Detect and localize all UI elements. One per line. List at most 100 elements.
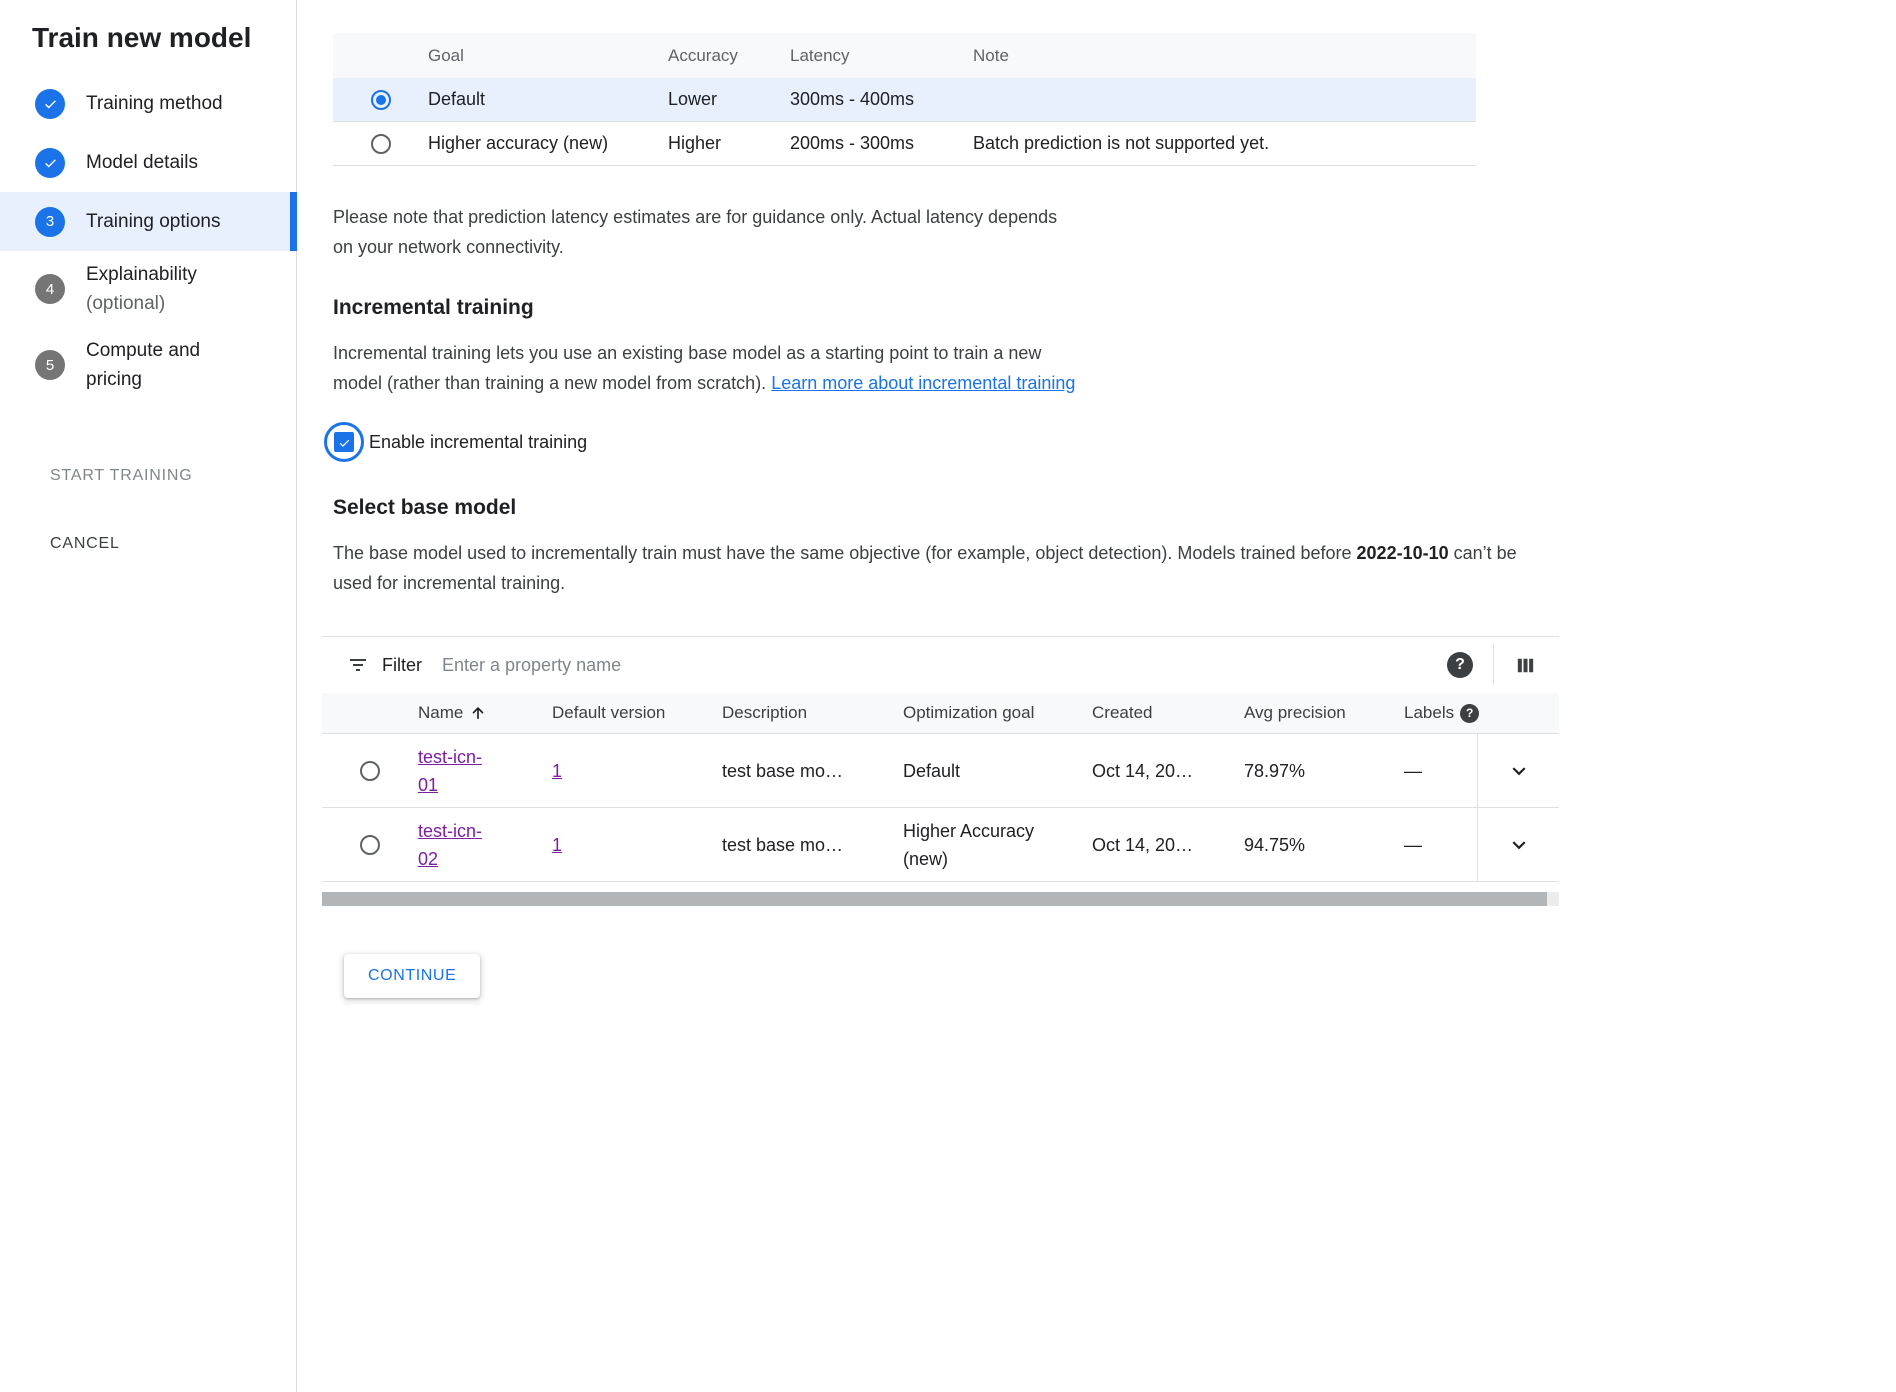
help-glyph: ? — [1455, 656, 1465, 674]
step-label: Explainability (optional) — [86, 260, 197, 318]
training-options-panel: Goal Accuracy Latency Note Default Lower… — [297, 0, 1896, 1392]
goal-header-accuracy: Accuracy — [668, 46, 790, 66]
continue-button[interactable]: CONTINUE — [344, 954, 480, 998]
learn-more-link[interactable]: Learn more about incremental training — [771, 373, 1075, 393]
header-created: Created — [1092, 699, 1244, 727]
filter-label: Filter — [382, 655, 422, 676]
start-training-button[interactable]: START TRAINING — [50, 467, 296, 485]
cell-labels: — — [1404, 831, 1477, 859]
help-glyph: ? — [1466, 699, 1473, 727]
model-name-link[interactable]: test-icn-01 — [418, 743, 498, 799]
cutoff-date: 2022-10-10 — [1357, 543, 1449, 563]
table-row-test-icn-01[interactable]: test-icn-01 1 test base mo… Default Oct … — [322, 734, 1559, 808]
step-complete-check-icon — [35, 148, 65, 178]
step-label: Training method — [86, 89, 223, 118]
step-number-badge: 3 — [35, 207, 65, 237]
checkbox-label: Enable incremental training — [369, 432, 587, 453]
wizard-steps: Training method Model details 3 Training… — [0, 74, 296, 403]
cell-name: test-icn-02 — [418, 817, 552, 873]
header-name-sortable[interactable]: Name — [418, 699, 552, 727]
goal-row-higher-accuracy[interactable]: Higher accuracy (new) Higher 200ms - 300… — [333, 122, 1476, 166]
page-title: Train new model — [32, 22, 296, 54]
step-label: Training options — [86, 207, 220, 236]
header-avg-precision: Avg precision — [1244, 699, 1404, 727]
step-number-badge: 4 — [35, 274, 65, 304]
header-labels-label: Labels — [1404, 699, 1454, 727]
sidebar-item-model-details[interactable]: Model details — [0, 133, 296, 192]
header-default-version: Default version — [552, 699, 722, 727]
cell-default-version: 1 — [552, 831, 722, 859]
header-name-label: Name — [418, 699, 463, 727]
step-label: Model details — [86, 148, 198, 177]
incremental-training-heading: Incremental training — [333, 296, 1896, 320]
cell-default-version: 1 — [552, 757, 722, 785]
step-label-optional: (optional) — [86, 289, 197, 318]
goal-cell-latency: 200ms - 300ms — [790, 133, 973, 154]
cell-avg-precision: 94.75% — [1244, 831, 1404, 859]
sidebar-item-compute-and-pricing[interactable]: 5 Compute and pricing — [0, 327, 296, 403]
cell-optimization-goal: Default — [903, 757, 1092, 785]
horizontal-scrollbar[interactable] — [322, 892, 1559, 906]
goal-header-latency: Latency — [790, 46, 973, 66]
base-model-table-section: Filter ? Name Default version Descriptio… — [322, 636, 1559, 906]
version-link[interactable]: 1 — [552, 835, 562, 855]
header-labels: Labels ? — [1404, 699, 1477, 727]
wizard-sidebar: Train new model Training method Model de… — [0, 0, 297, 1392]
base-model-description: The base model used to incrementally tra… — [333, 538, 1543, 598]
goal-header-note: Note — [973, 46, 1476, 66]
step-label: Compute and pricing — [86, 336, 246, 394]
goal-radio-higher-accuracy[interactable] — [371, 134, 391, 154]
train-new-model-wizard: Train new model Training method Model de… — [0, 0, 1896, 1392]
row-expand-button[interactable] — [1477, 734, 1559, 807]
sidebar-item-training-options[interactable]: 3 Training options — [0, 192, 296, 251]
cancel-button[interactable]: CANCEL — [50, 535, 296, 553]
goal-row-default[interactable]: Default Lower 300ms - 400ms — [333, 78, 1476, 122]
cell-description: test base mo… — [722, 831, 903, 859]
checkbox-checked-icon — [334, 432, 354, 452]
labels-help-icon[interactable]: ? — [1460, 704, 1479, 723]
goal-cell-latency: 300ms - 400ms — [790, 89, 973, 110]
filter-divider — [1493, 645, 1494, 685]
version-link[interactable]: 1 — [552, 761, 562, 781]
step-label-main: Explainability — [86, 264, 197, 285]
incremental-training-checkbox[interactable] — [324, 422, 364, 462]
goal-radio-default[interactable] — [371, 90, 391, 110]
horizontal-scrollbar-thumb[interactable] — [322, 892, 1547, 906]
sort-ascending-icon — [469, 704, 487, 722]
step-complete-check-icon — [35, 89, 65, 119]
step-number-badge: 5 — [35, 350, 65, 380]
base-model-radio-test-icn-01[interactable] — [360, 761, 380, 781]
cell-created: Oct 14, 20… — [1092, 757, 1244, 785]
base-model-radio-test-icn-02[interactable] — [360, 835, 380, 855]
enable-incremental-training-row: Enable incremental training — [333, 422, 1896, 462]
header-optimization-goal: Optimization goal — [903, 699, 1092, 727]
sidebar-item-explainability[interactable]: 4 Explainability (optional) — [0, 251, 296, 327]
header-description: Description — [722, 699, 903, 727]
filter-icon — [346, 653, 370, 677]
cell-description: test base mo… — [722, 757, 903, 785]
base-model-text-before: The base model used to incrementally tra… — [333, 543, 1357, 563]
incremental-training-description: Incremental training lets you use an exi… — [333, 338, 1078, 398]
filter-input[interactable] — [442, 655, 1447, 676]
goal-table: Goal Accuracy Latency Note Default Lower… — [333, 33, 1476, 166]
table-row-test-icn-02[interactable]: test-icn-02 1 test base mo… Higher Accur… — [322, 808, 1559, 882]
cell-labels: — — [1404, 757, 1477, 785]
goal-cell-accuracy: Higher — [668, 133, 790, 154]
select-base-model-heading: Select base model — [333, 496, 1896, 520]
goal-cell-goal: Higher accuracy (new) — [428, 133, 668, 154]
chevron-down-icon — [1506, 758, 1532, 784]
column-settings-icon[interactable] — [1514, 654, 1537, 677]
model-name-link[interactable]: test-icn-02 — [418, 817, 498, 873]
cell-optimization-goal: Higher Accuracy (new) — [903, 817, 1092, 873]
goal-cell-note: Batch prediction is not supported yet. — [973, 133, 1476, 154]
goal-header-goal: Goal — [428, 46, 668, 66]
goal-cell-goal: Default — [428, 89, 668, 110]
filter-help-icon[interactable]: ? — [1447, 652, 1473, 678]
cell-avg-precision: 78.97% — [1244, 757, 1404, 785]
cell-name: test-icn-01 — [418, 743, 552, 799]
row-expand-button[interactable] — [1477, 808, 1559, 881]
base-model-table-header: Name Default version Description Optimiz… — [322, 693, 1559, 734]
sidebar-item-training-method[interactable]: Training method — [0, 74, 296, 133]
goal-table-header: Goal Accuracy Latency Note — [333, 33, 1476, 78]
cell-created: Oct 14, 20… — [1092, 831, 1244, 859]
